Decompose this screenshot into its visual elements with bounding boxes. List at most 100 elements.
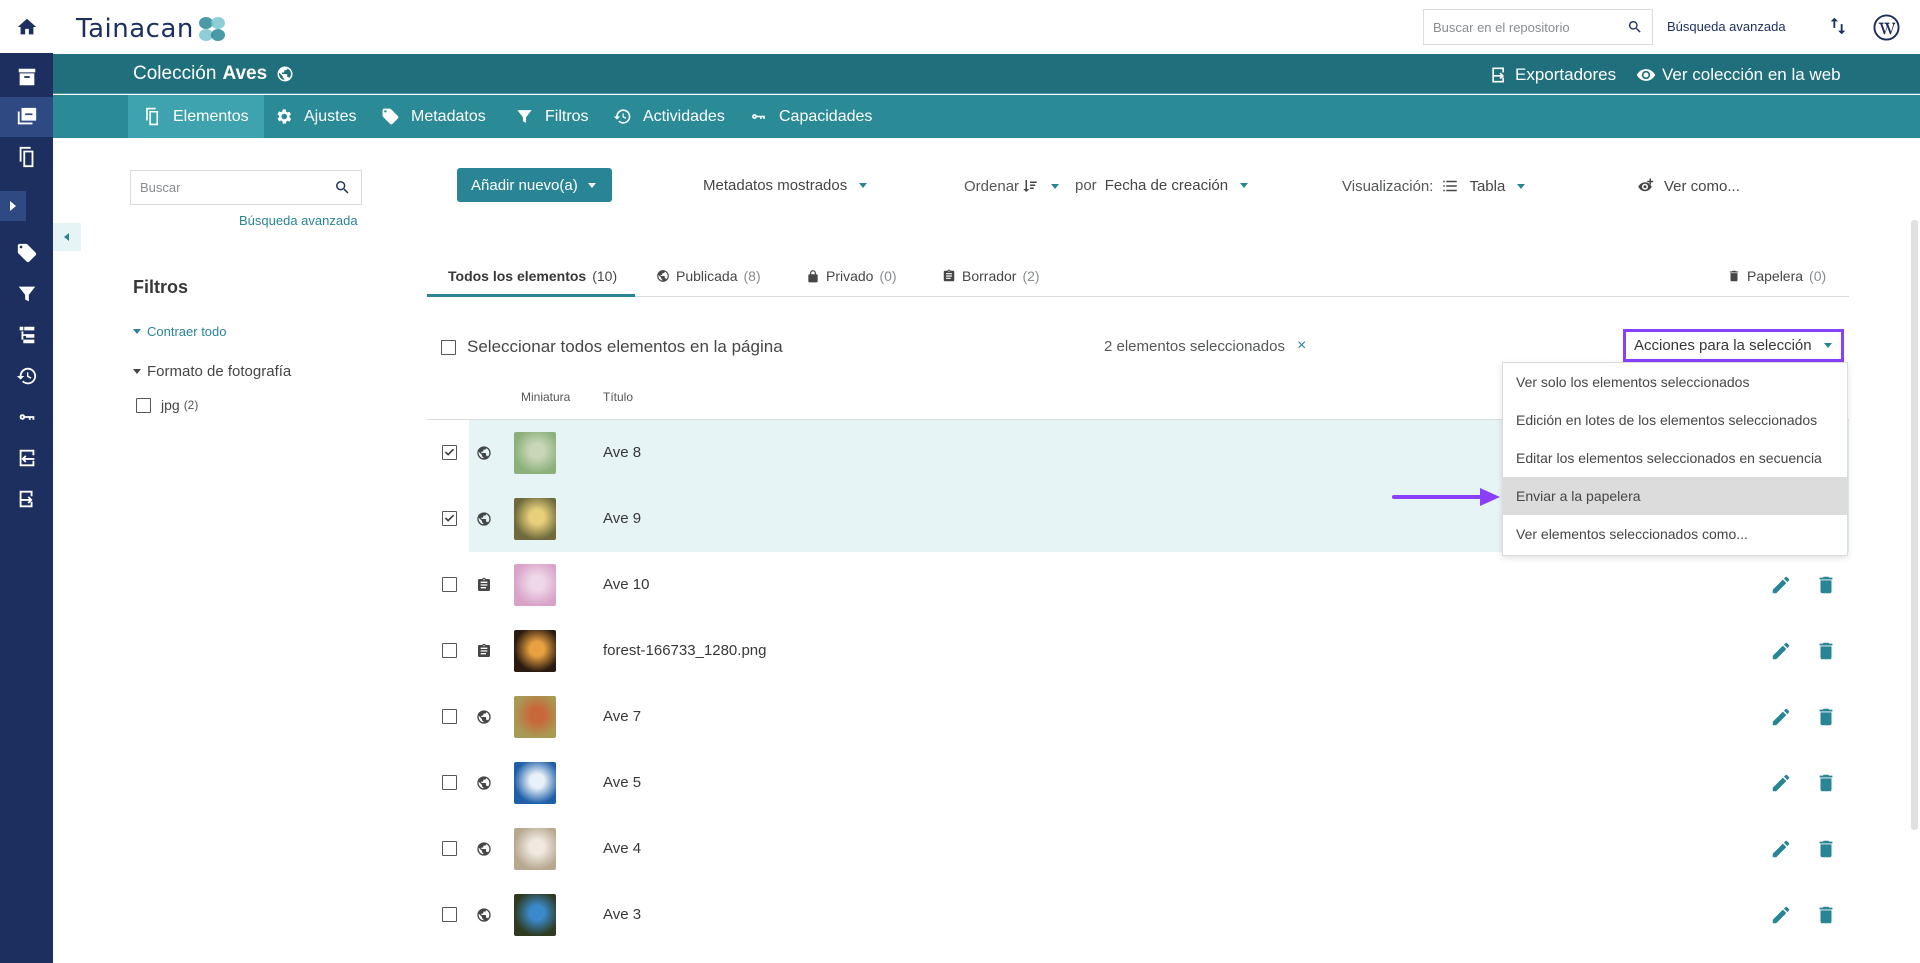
- sort-direction-dropdown[interactable]: Ordenar: [964, 177, 1060, 195]
- row-thumbnail[interactable]: [514, 762, 556, 804]
- view-collection-web-link[interactable]: Ver colección en la web: [1636, 65, 1841, 85]
- menu-view-selected-as[interactable]: Ver elementos seleccionados como...: [1503, 515, 1847, 553]
- tab-draft[interactable]: Borrador (2): [942, 268, 1040, 284]
- importers-icon[interactable]: [0, 438, 53, 478]
- items-search: [130, 170, 362, 205]
- row-title[interactable]: Ave 7: [603, 708, 641, 725]
- capabilities-key-icon[interactable]: [0, 397, 53, 437]
- row-checkbox[interactable]: [442, 577, 457, 592]
- filters-heading: Filtros: [133, 277, 189, 297]
- view-mode-dropdown[interactable]: Visualización: Tabla: [1342, 177, 1526, 195]
- activities-icon[interactable]: [0, 356, 53, 396]
- row-title[interactable]: Ave 10: [603, 576, 649, 593]
- advanced-search-link[interactable]: Búsqueda avanzada: [1667, 19, 1786, 34]
- view-as-button[interactable]: Ver como...: [1636, 177, 1740, 195]
- home-icon[interactable]: [0, 0, 53, 53]
- tab-published[interactable]: Publicada (8): [656, 268, 761, 284]
- edit-icon[interactable]: [1770, 640, 1792, 662]
- filter-icon[interactable]: [0, 274, 53, 314]
- select-all-checkbox[interactable]: [441, 339, 456, 355]
- trash-icon[interactable]: [1815, 904, 1837, 926]
- collections-icon[interactable]: [0, 97, 53, 137]
- facet-option-checkbox[interactable]: [136, 397, 151, 413]
- tab-all-items[interactable]: Todos los elementos (10): [448, 268, 617, 284]
- row-thumbnail[interactable]: [514, 828, 556, 870]
- tainacan-logo[interactable]: Tainacan: [76, 14, 228, 44]
- facet-option-jpg[interactable]: jpg (2): [136, 397, 198, 413]
- taxonomies-icon[interactable]: [0, 233, 53, 273]
- expand-rail-icon[interactable]: [0, 191, 26, 221]
- tab-metadata[interactable]: Metadatos: [366, 95, 501, 138]
- row-thumbnail[interactable]: [514, 432, 556, 474]
- row-checkbox[interactable]: [442, 775, 457, 790]
- table-row[interactable]: Ave 3: [427, 882, 1849, 948]
- menu-view-only-selected[interactable]: Ver solo los elementos seleccionados: [1503, 363, 1847, 401]
- row-title[interactable]: Ave 4: [603, 840, 641, 857]
- trash-icon[interactable]: [1815, 706, 1837, 728]
- row-title[interactable]: Ave 5: [603, 774, 641, 791]
- row-thumbnail[interactable]: [514, 498, 556, 540]
- trash-icon[interactable]: [1815, 574, 1837, 596]
- tab-items[interactable]: Elementos: [128, 95, 264, 138]
- exporters-icon[interactable]: [0, 479, 53, 519]
- row-checkbox[interactable]: [442, 709, 457, 724]
- sidebar-advanced-search-link[interactable]: Búsqueda avanzada: [239, 213, 358, 228]
- tab-trash[interactable]: Papelera (0): [1727, 268, 1826, 284]
- table-row[interactable]: Ave 4: [427, 816, 1849, 882]
- switch-admin-icon[interactable]: [1827, 15, 1849, 37]
- row-thumbnail[interactable]: [514, 630, 556, 672]
- clear-selection-icon[interactable]: ×: [1297, 337, 1306, 355]
- tab-filters[interactable]: Filtros: [500, 95, 604, 138]
- row-thumbnail[interactable]: [514, 696, 556, 738]
- row-checkbox[interactable]: [442, 643, 457, 658]
- facet-photo-format[interactable]: Formato de fotografía: [133, 363, 291, 380]
- repository-search-input[interactable]: [1424, 10, 1614, 44]
- trash-icon[interactable]: [1815, 640, 1837, 662]
- search-icon[interactable]: [334, 179, 351, 196]
- page-scrollbar[interactable]: [1911, 220, 1918, 830]
- row-checkbox[interactable]: [442, 907, 457, 922]
- edit-icon[interactable]: [1770, 574, 1792, 596]
- tab-capabilities[interactable]: Capacidades: [734, 95, 887, 138]
- table-row[interactable]: Ave 10: [427, 552, 1849, 618]
- edit-icon[interactable]: [1770, 838, 1792, 860]
- tab-private[interactable]: Privado (0): [806, 268, 897, 284]
- selection-actions-button[interactable]: Acciones para la selección: [1623, 329, 1844, 362]
- shown-metadata-dropdown[interactable]: Metadatos mostrados: [703, 177, 868, 194]
- repository-icon[interactable]: [0, 57, 53, 97]
- metadata-tree-icon[interactable]: [0, 315, 53, 355]
- select-all-row[interactable]: Seleccionar todos elementos en la página: [441, 337, 783, 357]
- trash-icon[interactable]: [1815, 772, 1837, 794]
- sort-field-dropdown[interactable]: por Fecha de creación: [1075, 177, 1249, 194]
- search-icon[interactable]: [1627, 19, 1643, 35]
- add-new-button[interactable]: Añadir nuevo(a): [457, 168, 612, 202]
- table-row[interactable]: forest-166733_1280.png: [427, 618, 1849, 684]
- items-icon[interactable]: [0, 137, 53, 177]
- row-title[interactable]: Ave 3: [603, 906, 641, 923]
- menu-bulk-edit[interactable]: Edición en lotes de los elementos selecc…: [1503, 401, 1847, 439]
- row-title[interactable]: forest-166733_1280.png: [603, 642, 766, 659]
- items-search-input[interactable]: [131, 171, 321, 204]
- edit-icon[interactable]: [1770, 772, 1792, 794]
- edit-icon[interactable]: [1770, 706, 1792, 728]
- tab-activities[interactable]: Actividades: [598, 95, 740, 138]
- row-checkbox[interactable]: [442, 511, 457, 526]
- exporters-link[interactable]: Exportadores: [1489, 65, 1616, 85]
- menu-sequence-edit[interactable]: Editar los elementos seleccionados en se…: [1503, 439, 1847, 477]
- table-row[interactable]: Ave 7: [427, 684, 1849, 750]
- row-title[interactable]: Ave 8: [603, 444, 641, 461]
- table-row[interactable]: Ave 5: [427, 750, 1849, 816]
- trash-icon[interactable]: [1815, 838, 1837, 860]
- collapse-all-link[interactable]: Contraer todo: [133, 324, 227, 339]
- wordpress-icon[interactable]: [1873, 14, 1900, 41]
- edit-icon[interactable]: [1770, 904, 1792, 926]
- facet-label: Formato de fotografía: [147, 363, 292, 380]
- collapse-filters-button[interactable]: [53, 223, 81, 251]
- row-checkbox[interactable]: [442, 841, 457, 856]
- menu-send-to-trash[interactable]: Enviar a la papelera: [1503, 477, 1847, 515]
- row-checkbox[interactable]: [442, 445, 457, 460]
- row-thumbnail[interactable]: [514, 894, 556, 936]
- row-thumbnail[interactable]: [514, 564, 556, 606]
- tab-settings[interactable]: Ajustes: [259, 95, 371, 138]
- row-title[interactable]: Ave 9: [603, 510, 641, 527]
